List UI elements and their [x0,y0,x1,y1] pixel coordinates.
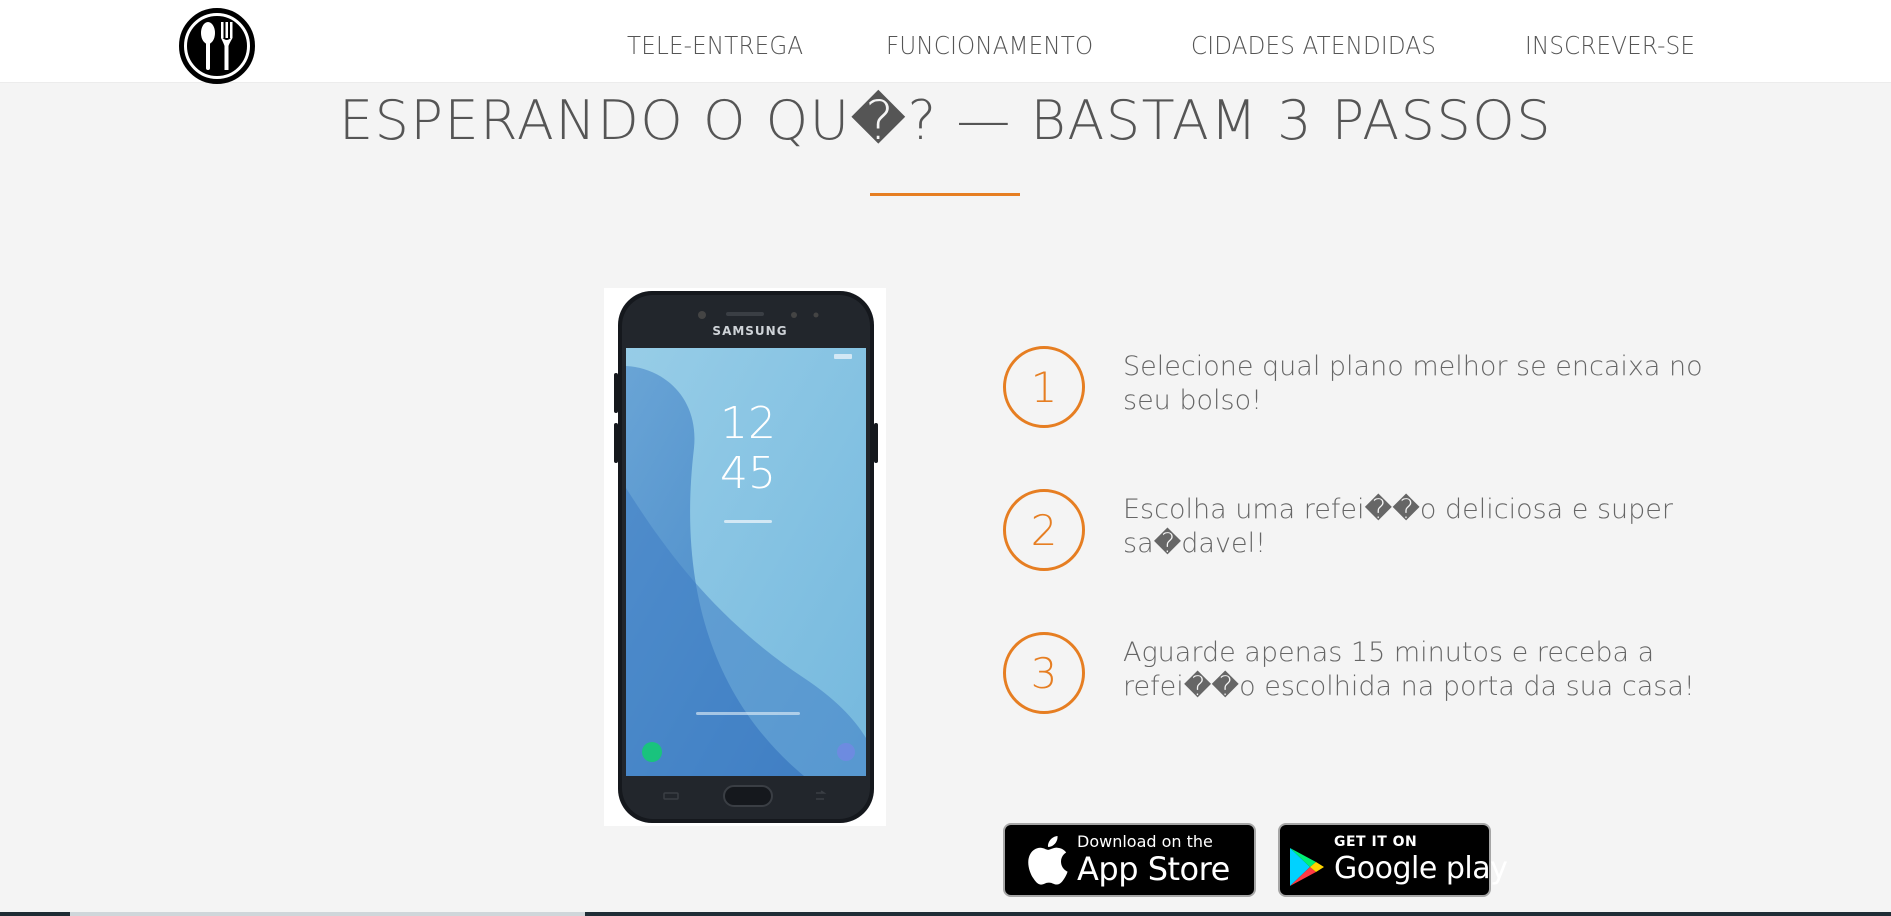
apple-icon [1027,835,1069,885]
google-play-big-label: Google play [1334,851,1508,886]
google-play-small-label: GET IT ON [1334,834,1418,850]
phone-clock-hours: 12 [720,398,776,449]
google-play-badge[interactable]: GET IT ON Google play [1278,823,1508,897]
top-navbar: TELE-ENTREGA FUNCIONAMENTO CIDADES ATEND… [0,0,1891,84]
phone-brand-label: SAMSUNG [712,324,787,338]
nav-link-funcionamento[interactable]: FUNCIONAMENTO [886,31,1093,60]
logo-link[interactable] [179,8,255,84]
phone-clock-minutes: 45 [720,448,776,499]
step-text: Selecione qual plano melhor se encaixa n… [1123,351,1703,416]
phone-image: SAMSUNG 12 45 [604,288,886,826]
step-number-badge: 2 [1003,489,1085,571]
step-number-badge: 3 [1003,632,1085,714]
step-2: 2 Escolha uma refei��o deliciosa e super… [1003,487,1823,577]
title-divider [870,193,1020,196]
app-store-badge-text: Download on the App Store [1077,832,1230,888]
google-play-icon [1288,846,1326,888]
nav-link-inscrever-se[interactable]: INSCREVER-SE [1525,31,1695,60]
section-title: ESPERANDO O QU�? — BASTAM 3 PASSOS [338,89,1553,152]
app-store-badge[interactable]: Download on the App Store [1003,823,1256,897]
app-store-small-label: Download on the [1077,832,1213,851]
nav-link-cidades-atendidas[interactable]: CIDADES ATENDIDAS [1191,31,1436,60]
step-1: 1 Selecione qual plano melhor se encaixa… [1003,344,1823,434]
step-number-badge: 1 [1003,346,1085,428]
step-text: Escolha uma refei��o deliciosa e super s… [1123,494,1674,559]
step-text: Aguarde apenas 15 minutos e receba a ref… [1123,637,1695,702]
nav-link-tele-entrega[interactable]: TELE-ENTREGA [627,31,803,60]
google-play-badge-text: GET IT ON Google play [1334,833,1508,887]
bottom-edge-strip [0,912,1891,916]
cutlery-logo-icon [184,13,250,79]
step-3: 3 Aguarde apenas 15 minutos e receba a r… [1003,630,1823,720]
app-store-big-label: App Store [1077,850,1230,888]
